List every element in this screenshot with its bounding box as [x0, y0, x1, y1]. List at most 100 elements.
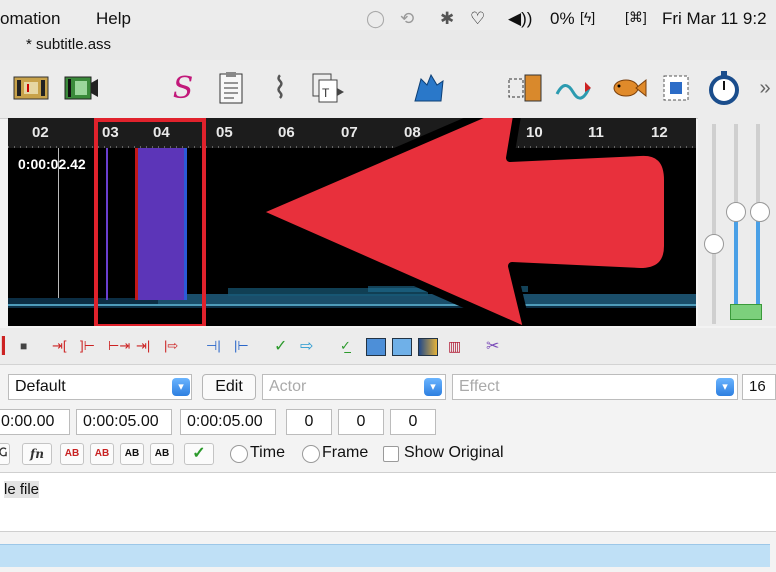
fish-icon[interactable]: [608, 70, 648, 106]
outline-color-button[interactable]: AB: [120, 443, 144, 465]
karaoke-icon[interactable]: ▥: [448, 338, 461, 355]
ruler-tick: 02: [32, 124, 49, 141]
wifi-icon[interactable]: ♡: [470, 9, 485, 29]
highlight-box: [94, 118, 206, 326]
chevron-down-icon[interactable]: ▾: [716, 378, 734, 396]
show-original-checkbox[interactable]: [383, 446, 399, 462]
time-label: Time: [250, 444, 285, 461]
script-s-icon[interactable]: S: [168, 70, 198, 106]
play-after-icon[interactable]: ⇥|: [136, 338, 150, 354]
document-title: * subtitle.ass: [26, 36, 112, 53]
slider-track: [712, 124, 716, 324]
play-end-icon[interactable]: ⊢⇥: [108, 338, 130, 354]
film-green-icon[interactable]: [62, 70, 100, 106]
chevron-down-icon[interactable]: ▾: [424, 378, 442, 396]
commit-icon[interactable]: ✓: [274, 336, 287, 356]
audio-spectrum[interactable]: 02 03 04 05 06 07 08 09 10 11 12 0:00:02…: [8, 118, 696, 326]
slider-fill: [734, 208, 738, 304]
style-select-value: Default: [15, 378, 66, 395]
audio-sliders-panel: [698, 118, 776, 326]
stopwatch-icon[interactable]: [706, 70, 742, 106]
shadow-color-button[interactable]: AB: [150, 443, 174, 465]
volume-slider[interactable]: [726, 202, 746, 222]
slider-fill: [756, 208, 760, 304]
lead-in-icon[interactable]: ⊣|: [206, 338, 221, 354]
spectrum-mode-icon[interactable]: [418, 338, 438, 356]
margin-right-field[interactable]: 0: [338, 409, 384, 435]
margin-right-value: 0: [356, 413, 366, 430]
copy-doc-icon[interactable]: T: [310, 70, 346, 106]
duration-field[interactable]: 0:00:05.00: [180, 409, 276, 435]
margin-left-value: 0: [304, 413, 314, 430]
margin-vertical-field[interactable]: 0: [390, 409, 436, 435]
auto-scroll-icon[interactable]: [392, 338, 412, 356]
stop-icon[interactable]: ■: [20, 339, 27, 353]
bluetooth-icon[interactable]: ✱: [440, 9, 454, 29]
speech-bubble-icon[interactable]: ◯: [366, 9, 385, 29]
secondary-color-button[interactable]: AB: [90, 443, 114, 465]
volume-icon[interactable]: ◀)): [508, 9, 532, 29]
end-time-value: 0:00:05.00: [83, 413, 159, 430]
battery-percent: 0%: [550, 9, 575, 28]
menu-help[interactable]: Help: [96, 9, 131, 29]
puzzle-icon[interactable]: [410, 70, 448, 106]
import-video-icon[interactable]: [505, 70, 545, 106]
time-radio[interactable]: [230, 445, 248, 463]
auto-commit-icon[interactable]: ✓̲: [340, 338, 351, 354]
input-icon[interactable]: [⌘]: [625, 9, 647, 26]
audio-controls: ▎ ■ ⇥[ ]⊢ ⊢⇥ ⇥| |⇨ ⊣| |⊢ ✓ ⇨ ✓̲ ▥ ✂: [0, 328, 776, 365]
chevron-down-icon[interactable]: ▾: [172, 378, 190, 396]
film-keyframes-icon[interactable]: [12, 70, 50, 106]
big-arrow-icon: [252, 118, 672, 326]
style-select[interactable]: Default: [8, 374, 192, 400]
sync-icon[interactable]: ⟲: [400, 9, 414, 29]
layer-value: 16: [749, 378, 766, 395]
show-original-label: Show Original: [404, 444, 504, 461]
next-line-icon[interactable]: ⇨: [300, 336, 313, 356]
paperclip-icon[interactable]: ⌇: [264, 70, 296, 106]
select-box-icon[interactable]: [660, 70, 692, 106]
play-before-icon[interactable]: ⇥[: [52, 338, 67, 354]
start-time-field[interactable]: 0:00.00: [0, 409, 70, 435]
notepad-icon[interactable]: [214, 70, 248, 106]
auto-next-icon[interactable]: [366, 338, 386, 356]
subtitle-text: le file: [4, 481, 40, 498]
font-settings-button[interactable]: Ⴚ: [0, 443, 10, 465]
edit-style-button[interactable]: Edit: [202, 374, 256, 400]
margin-vertical-value: 0: [408, 413, 418, 430]
frame-label: Frame: [322, 444, 369, 461]
commit-button[interactable]: ✓: [184, 443, 214, 465]
margin-left-field[interactable]: 0: [286, 409, 332, 435]
layer-field[interactable]: 16: [742, 374, 776, 400]
subtitle-text-area[interactable]: le file: [0, 472, 776, 532]
start-time-value: 0:00.00: [1, 413, 55, 430]
actor-placeholder: Actor: [269, 378, 307, 395]
link-toggle-button[interactable]: [730, 304, 762, 320]
vertical-zoom-slider[interactable]: [704, 234, 724, 254]
lead-out-icon[interactable]: |⊢: [234, 338, 249, 354]
primary-color-button[interactable]: AB: [60, 443, 84, 465]
audio-time-readout: 0:00:02.42: [18, 156, 86, 172]
play-selection-icon[interactable]: ▎: [2, 336, 14, 356]
clock[interactable]: Fri Mar 11 9:2: [662, 9, 767, 29]
actor-field[interactable]: Actor: [262, 374, 446, 400]
effect-placeholder: Effect: [459, 378, 500, 395]
svg-text:T: T: [322, 86, 330, 100]
battery-icon[interactable]: [ϟ]: [580, 9, 595, 25]
toolbar-overflow-button[interactable]: »: [756, 70, 774, 106]
end-time-field[interactable]: 0:00:05.00: [76, 409, 172, 435]
document-tab: * subtitle.ass: [0, 30, 776, 60]
timing-icon[interactable]: [555, 70, 593, 106]
play-to-end-icon[interactable]: |⇨: [164, 338, 178, 354]
subtitle-grid[interactable]: [0, 544, 770, 567]
frame-radio[interactable]: [302, 445, 320, 463]
duration-value: 0:00:05.00: [187, 413, 263, 430]
toolbar: S ⌇ T »: [0, 60, 776, 119]
karaoke-split-icon[interactable]: ✂: [486, 336, 499, 356]
horizontal-zoom-slider[interactable]: [750, 202, 770, 222]
menu-bar: omation Help ◯ ⟲ ✱ ♡ ◀)) 0% [ϟ] [⌘] Fri …: [0, 0, 776, 30]
play-start-icon[interactable]: ]⊢: [80, 338, 95, 354]
menu-automation[interactable]: omation: [0, 9, 60, 29]
effect-field[interactable]: Effect: [452, 374, 738, 400]
fn-button[interactable]: fn: [22, 443, 52, 465]
